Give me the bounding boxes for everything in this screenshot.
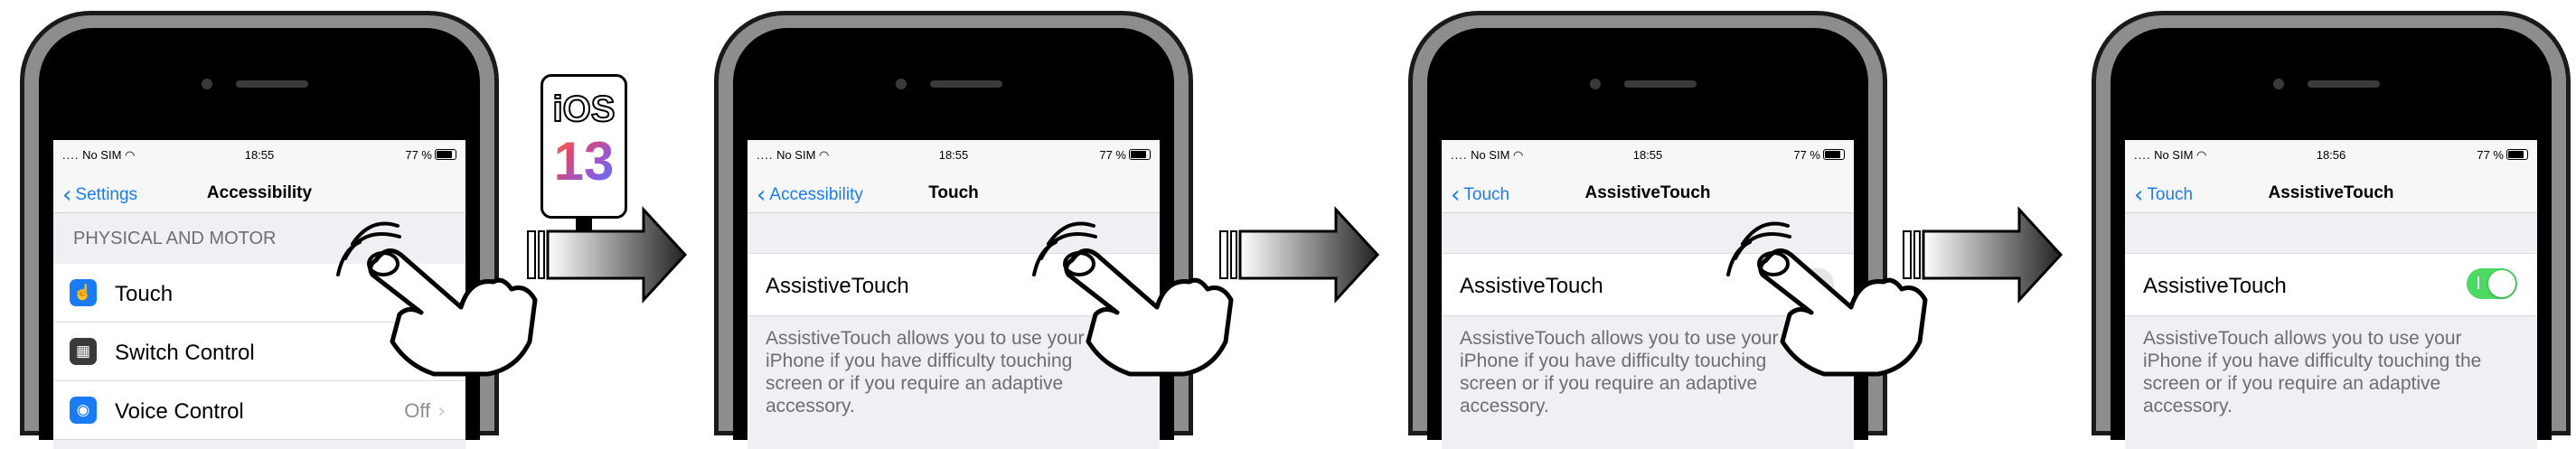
earpiece-speaker [236,80,308,88]
status-bar: .... No SIM ◠ 18:56 77 % [2125,140,2537,171]
page-title: AssistiveTouch [1584,183,1711,202]
list-item-label: AssistiveTouch [1460,274,1603,298]
list-item-label: Touch [115,282,174,306]
page-title: Touch [928,183,979,202]
clock: 18:55 [244,148,275,162]
battery-icon [435,149,456,160]
list-item-label: AssistiveTouch [766,274,909,298]
list-item-assistivetouch[interactable]: AssistiveTouch [2125,253,2537,316]
description-line: AssistiveTouch allows you to use your [2143,328,2462,349]
page-title: AssistiveTouch [2268,183,2394,202]
earpiece-speaker [1624,80,1697,88]
hand-pointer-icon: ☝ [70,279,97,306]
tap-hand-icon [1032,221,1234,377]
assistivetouch-toggle[interactable] [2467,268,2517,299]
screen: .... No SIM ◠ 18:56 77 % ‹ Touch Assistiv… [2125,140,2537,449]
clock: 18:55 [938,148,969,162]
battery-icon [1129,149,1151,160]
description-line: screen or if you require an adaptive [2143,373,2441,394]
description-line: accessory. [766,396,855,416]
battery-percent: 77 % [1793,148,1820,162]
status-bar: .... No SIM ◠ 18:55 77 % [53,140,465,171]
chevron-right-icon: › [437,400,446,423]
tap-hand-icon [336,221,538,377]
battery-icon [2506,149,2528,160]
front-camera [2273,79,2284,89]
battery-percent: 77 % [1099,148,1126,162]
status-bar: .... No SIM ◠ 18:55 77 % [747,140,1160,171]
description-text: AssistiveTouch allows you to use your iP… [2125,316,2537,428]
list-item-value: Off [404,399,431,422]
status-bar: .... No SIM ◠ 18:55 77 % [1442,140,1854,171]
badge-line2: 13 [543,130,625,192]
earpiece-speaker [2308,80,2380,88]
nav-bar: ‹ Touch AssistiveTouch [2125,171,2537,213]
battery-percent: 77 % [2477,148,2504,162]
list-item-label: Switch Control [115,341,255,365]
front-camera [202,79,212,89]
list-item-label: AssistiveTouch [2143,274,2287,298]
page-title: Accessibility [206,183,313,202]
switch-grid-icon: ▦ [70,338,97,365]
battery-icon [1823,149,1845,160]
tap-hand-icon [1726,221,1928,377]
description-line: accessory. [1460,396,1549,416]
badge-line1: iOS [552,89,616,130]
clock: 18:56 [2316,148,2346,162]
list-item-label: Voice Control [115,399,244,424]
description-line: accessory. [2143,396,2233,416]
list-item-voice-control[interactable]: ◉ Voice Control Off › [53,381,465,440]
description-line: iPhone if you have difficulty touching t… [2143,351,2482,371]
voice-control-icon: ◉ [70,397,97,424]
front-camera [896,79,907,89]
earpiece-speaker [930,80,1002,88]
front-camera [1590,79,1601,89]
phone-4: .... No SIM ◠ 18:56 77 % ‹ Touch Assistiv… [2092,11,2571,449]
phone-bezel: .... No SIM ◠ 18:56 77 % ‹ Touch Assistiv… [2111,28,2552,449]
clock: 18:55 [1632,148,1663,162]
toggle-knob [2488,270,2515,297]
battery-percent: 77 % [405,148,432,162]
ios13-badge: iOS 13 [541,74,627,219]
